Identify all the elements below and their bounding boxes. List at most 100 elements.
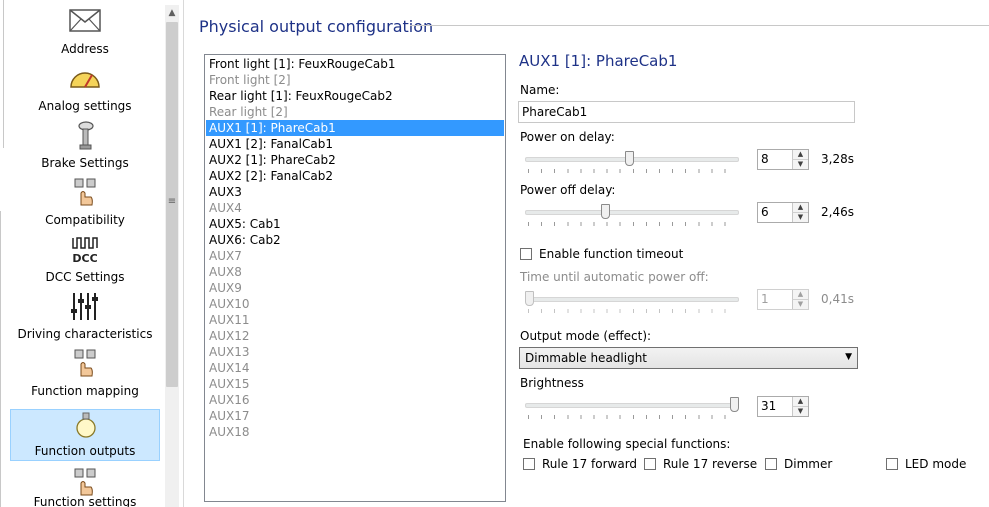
sidebar-item-compatibility[interactable]: Compatibility bbox=[10, 177, 160, 229]
stepper-up-icon[interactable]: ▲ bbox=[792, 203, 808, 213]
sidebar-item-label: Function outputs bbox=[34, 444, 136, 458]
stepper-value: 1 bbox=[761, 292, 769, 306]
slider-thumb[interactable] bbox=[625, 151, 634, 166]
power-on-delay-time: 3,28s bbox=[821, 152, 854, 166]
sidebar-item-analog-settings[interactable]: Analog settings bbox=[10, 63, 160, 115]
list-item[interactable]: AUX18 bbox=[206, 424, 504, 440]
slider-ticks bbox=[528, 415, 736, 419]
enable-timeout-checkbox[interactable] bbox=[520, 248, 532, 260]
power-on-delay-label: Power on delay: bbox=[520, 130, 615, 144]
output-mode-select[interactable]: Dimmable headlight ▼ bbox=[519, 347, 858, 369]
list-item[interactable]: AUX17 bbox=[206, 408, 504, 424]
slider-thumb[interactable] bbox=[525, 291, 534, 306]
slider-ticks bbox=[528, 222, 736, 226]
sidebar-item-function-settings[interactable]: Function settings bbox=[10, 467, 160, 507]
slider-ticks bbox=[528, 309, 736, 313]
sidebar-item-address[interactable]: Address bbox=[10, 6, 160, 58]
list-item[interactable]: Rear light [1]: FeuxRougeCab2 bbox=[206, 88, 504, 104]
list-item[interactable]: AUX12 bbox=[206, 328, 504, 344]
sidebar-item-function-outputs[interactable]: Function outputs bbox=[10, 409, 160, 461]
led-mode-label: LED mode bbox=[905, 457, 967, 471]
list-item[interactable]: AUX2 [2]: FanalCab2 bbox=[206, 168, 504, 184]
section-title: AUX1 [1]: PhareCab1 bbox=[519, 52, 678, 70]
lightbulb-icon bbox=[76, 412, 96, 438]
name-field[interactable] bbox=[518, 101, 855, 123]
list-item[interactable]: AUX11 bbox=[206, 312, 504, 328]
led-mode-checkbox[interactable] bbox=[886, 458, 898, 470]
power-off-delay-label: Power off delay: bbox=[520, 183, 616, 197]
stepper-down-icon[interactable]: ▼ bbox=[792, 213, 808, 222]
power-on-delay-slider[interactable] bbox=[525, 147, 739, 173]
sidebar-item-label: Driving characteristics bbox=[17, 327, 153, 341]
power-on-delay-stepper[interactable]: 8 ▲ ▼ bbox=[757, 149, 809, 170]
sidebar-item-label: Function mapping bbox=[31, 384, 139, 398]
stepper-down-icon[interactable]: ▼ bbox=[792, 300, 808, 309]
sidebar-item-label: Brake Settings bbox=[41, 156, 129, 170]
select-value: Dimmable headlight bbox=[525, 351, 648, 365]
list-item[interactable]: AUX7 bbox=[206, 248, 504, 264]
list-item[interactable]: AUX9 bbox=[206, 280, 504, 296]
hand-buttons-icon bbox=[74, 468, 96, 496]
list-item-selected[interactable]: AUX1 [1]: PhareCab1 bbox=[206, 120, 504, 136]
scroll-up-icon[interactable]: ▲ bbox=[165, 5, 179, 21]
list-item[interactable]: AUX8 bbox=[206, 264, 504, 280]
stepper-down-icon[interactable]: ▼ bbox=[792, 407, 808, 416]
list-item[interactable]: AUX14 bbox=[206, 360, 504, 376]
power-off-delay-time: 2,46s bbox=[821, 205, 854, 219]
list-item[interactable]: AUX13 bbox=[206, 344, 504, 360]
list-item[interactable]: Rear light [2] bbox=[206, 104, 504, 120]
output-mode-label: Output mode (effect): bbox=[520, 329, 652, 343]
dimmer-checkbox[interactable] bbox=[765, 458, 777, 470]
stepper-up-icon[interactable]: ▲ bbox=[792, 290, 808, 300]
sidebar-item-function-mapping[interactable]: Function mapping bbox=[10, 348, 160, 400]
slider-thumb[interactable] bbox=[601, 204, 610, 219]
brightness-slider[interactable] bbox=[525, 393, 739, 419]
auto-off-slider[interactable] bbox=[525, 287, 739, 313]
svg-text:DCC: DCC bbox=[72, 252, 97, 264]
name-label: Name: bbox=[520, 83, 560, 97]
power-off-delay-stepper[interactable]: 6 ▲ ▼ bbox=[757, 202, 809, 223]
envelope-icon bbox=[69, 9, 101, 32]
hand-buttons-icon bbox=[74, 349, 96, 377]
sidebar-item-label: DCC Settings bbox=[45, 270, 125, 284]
title-divider bbox=[410, 25, 989, 26]
list-item[interactable]: Front light [2] bbox=[206, 72, 504, 88]
output-list[interactable]: Front light [1]: FeuxRougeCab1 Front lig… bbox=[204, 54, 506, 502]
sidebar-item-label: Compatibility bbox=[45, 213, 125, 227]
slider-track bbox=[525, 403, 739, 408]
sidebar: Address Analog settings Brake Settings C… bbox=[0, 0, 184, 507]
brightness-stepper[interactable]: 31 ▲ ▼ bbox=[757, 396, 809, 417]
rule17-reverse-label: Rule 17 reverse bbox=[663, 457, 758, 471]
stepper-up-icon[interactable]: ▲ bbox=[792, 150, 808, 160]
list-item[interactable]: AUX4 bbox=[206, 200, 504, 216]
rule17-reverse-checkbox[interactable] bbox=[644, 458, 656, 470]
list-item[interactable]: AUX5: Cab1 bbox=[206, 216, 504, 232]
list-item[interactable]: AUX3 bbox=[206, 184, 504, 200]
dcc-icon: DCC bbox=[72, 237, 98, 264]
sidebar-item-brake-settings[interactable]: Brake Settings bbox=[10, 120, 160, 172]
slider-thumb[interactable] bbox=[730, 397, 739, 412]
slider-track bbox=[525, 210, 739, 215]
rule17-forward-label: Rule 17 forward bbox=[542, 457, 638, 471]
sidebar-item-driving-characteristics[interactable]: Driving characteristics bbox=[10, 291, 160, 343]
list-item[interactable]: AUX10 bbox=[206, 296, 504, 312]
power-off-delay-slider[interactable] bbox=[525, 200, 739, 226]
rule17-forward-checkbox[interactable] bbox=[523, 458, 535, 470]
stepper-up-icon[interactable]: ▲ bbox=[792, 397, 808, 407]
slider-track bbox=[525, 297, 739, 302]
sidebar-divider bbox=[3, 0, 4, 148]
list-item[interactable]: Front light [1]: FeuxRougeCab1 bbox=[206, 56, 504, 72]
auto-off-stepper[interactable]: 1 ▲ ▼ bbox=[757, 289, 809, 310]
sidebar-item-label: Function settings bbox=[33, 495, 137, 507]
list-item[interactable]: AUX6: Cab2 bbox=[206, 232, 504, 248]
list-item[interactable]: AUX15 bbox=[206, 376, 504, 392]
stepper-down-icon[interactable]: ▼ bbox=[792, 160, 808, 169]
page-title: Physical output configuration bbox=[199, 17, 434, 36]
list-item[interactable]: AUX16 bbox=[206, 392, 504, 408]
stepper-value: 31 bbox=[761, 399, 777, 413]
list-item[interactable]: AUX1 [2]: FanalCab1 bbox=[206, 136, 504, 152]
scrollbar-grip-icon: ≡ bbox=[167, 196, 177, 207]
enable-timeout-label: Enable function timeout bbox=[539, 247, 684, 261]
list-item[interactable]: AUX2 [1]: PhareCab2 bbox=[206, 152, 504, 168]
sidebar-item-dcc-settings[interactable]: DCC DCC Settings bbox=[10, 234, 160, 286]
